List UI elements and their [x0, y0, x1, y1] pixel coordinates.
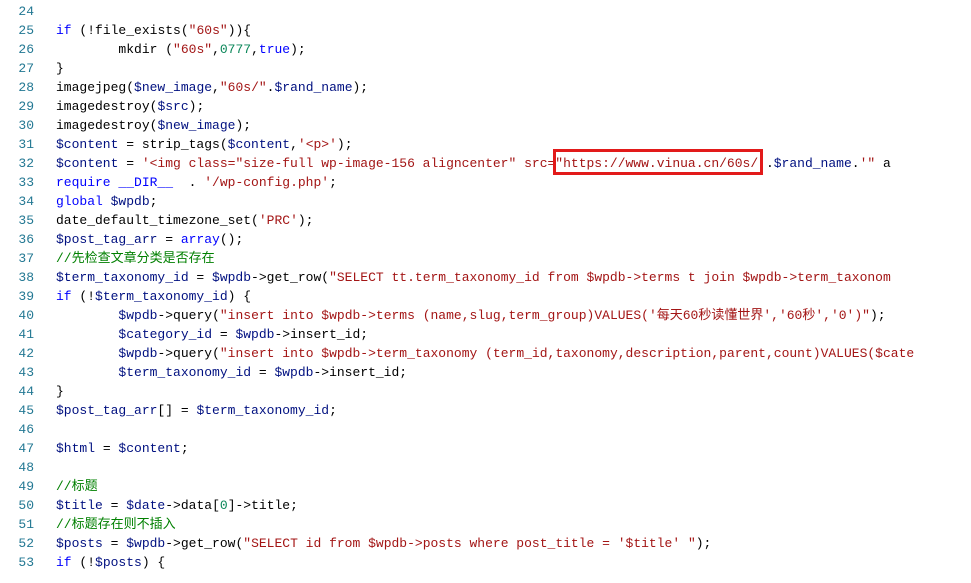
code-line[interactable]: $wpdb->query("insert into $wpdb->terms (… [56, 306, 971, 325]
line-number: 36 [0, 230, 34, 249]
line-number: 51 [0, 515, 34, 534]
code-line[interactable]: require __DIR__ . '/wp-config.php'; [56, 173, 971, 192]
line-number: 50 [0, 496, 34, 515]
code-line[interactable]: $html = $content; [56, 439, 971, 458]
line-number: 47 [0, 439, 34, 458]
line-number: 37 [0, 249, 34, 268]
code-line[interactable] [56, 458, 971, 477]
line-number: 40 [0, 306, 34, 325]
code-line[interactable]: //先检查文章分类是否存在 [56, 249, 971, 268]
code-line[interactable]: } [56, 382, 971, 401]
code-line[interactable]: $post_tag_arr = array(); [56, 230, 971, 249]
code-line[interactable]: $term_taxonomy_id = $wpdb->insert_id; [56, 363, 971, 382]
code-editor[interactable]: 24 25 26 27 28 29 30 31 32 33 34 35 36 3… [0, 0, 971, 583]
highlighted-url: "https://www.vinua.cn/60s/' [555, 156, 766, 171]
code-line[interactable]: $content = strip_tags($content,'<p>'); [56, 135, 971, 154]
line-number: 43 [0, 363, 34, 382]
line-number: 39 [0, 287, 34, 306]
code-area[interactable]: if (!file_exists("60s")){ mkdir ("60s",0… [48, 0, 971, 583]
code-line[interactable]: $category_id = $wpdb->insert_id; [56, 325, 971, 344]
code-line[interactable]: //标题存在则不插入 [56, 515, 971, 534]
line-number: 52 [0, 534, 34, 553]
code-line[interactable]: mkdir ("60s",0777,true); [56, 40, 971, 59]
code-line[interactable]: $posts = $wpdb->get_row("SELECT id from … [56, 534, 971, 553]
line-number: 27 [0, 59, 34, 78]
code-line[interactable]: imagedestroy($src); [56, 97, 971, 116]
line-number: 41 [0, 325, 34, 344]
line-number: 35 [0, 211, 34, 230]
code-line[interactable]: imagejpeg($new_image,"60s/".$rand_name); [56, 78, 971, 97]
code-line[interactable]: if (!$posts) { [56, 553, 971, 572]
code-line[interactable]: $content = '<img class="size-full wp-ima… [56, 154, 971, 173]
code-line[interactable]: $wpdb->query("insert into $wpdb->term_ta… [56, 344, 971, 363]
line-number: 44 [0, 382, 34, 401]
code-line[interactable] [56, 2, 971, 21]
code-line[interactable]: //标题 [56, 477, 971, 496]
line-number: 33 [0, 173, 34, 192]
line-number: 32 [0, 154, 34, 173]
code-line[interactable]: if (!$term_taxonomy_id) { [56, 287, 971, 306]
code-line[interactable]: $term_taxonomy_id = $wpdb->get_row("SELE… [56, 268, 971, 287]
line-number: 34 [0, 192, 34, 211]
code-line[interactable]: global $wpdb; [56, 192, 971, 211]
code-line[interactable] [56, 420, 971, 439]
line-number: 38 [0, 268, 34, 287]
code-line[interactable]: imagedestroy($new_image); [56, 116, 971, 135]
line-number: 48 [0, 458, 34, 477]
line-number: 26 [0, 40, 34, 59]
line-number: 28 [0, 78, 34, 97]
line-number: 31 [0, 135, 34, 154]
code-line[interactable]: $title = $date->data[0]->title; [56, 496, 971, 515]
line-number-gutter: 24 25 26 27 28 29 30 31 32 33 34 35 36 3… [0, 0, 48, 583]
line-number: 24 [0, 2, 34, 21]
line-number: 45 [0, 401, 34, 420]
line-number: 30 [0, 116, 34, 135]
line-number: 46 [0, 420, 34, 439]
line-number: 25 [0, 21, 34, 40]
line-number: 42 [0, 344, 34, 363]
code-line[interactable]: date_default_timezone_set('PRC'); [56, 211, 971, 230]
line-number: 49 [0, 477, 34, 496]
line-number: 29 [0, 97, 34, 116]
line-number: 53 [0, 553, 34, 572]
code-line[interactable]: $post_tag_arr[] = $term_taxonomy_id; [56, 401, 971, 420]
code-line[interactable]: } [56, 59, 971, 78]
code-line[interactable]: if (!file_exists("60s")){ [56, 21, 971, 40]
